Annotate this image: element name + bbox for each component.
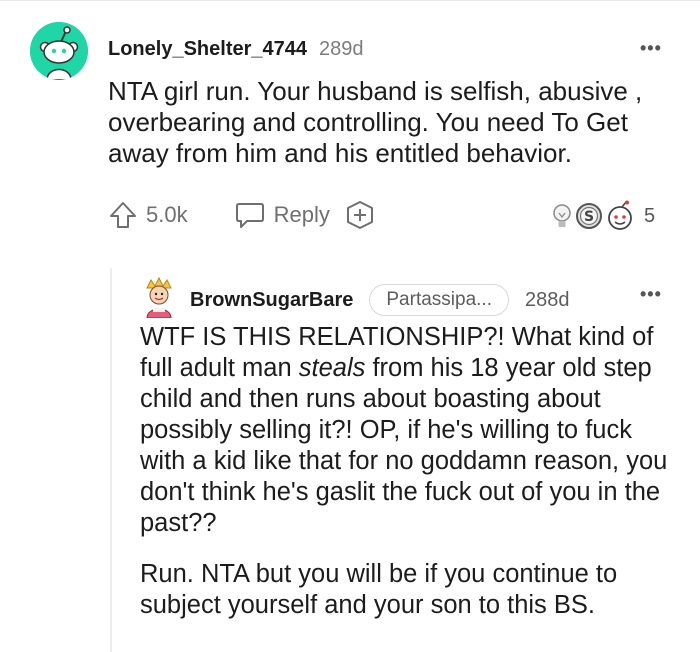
more-options-icon[interactable]: ••• [640, 284, 662, 305]
add-award-icon [346, 201, 373, 229]
reply-meta: BrownSugarBare Partassipa... 288d [190, 284, 569, 316]
comment-age: 289d [319, 38, 364, 60]
user-avatar[interactable] [30, 22, 88, 80]
award-count: 5 [644, 204, 656, 227]
user-flair[interactable]: Partassipa... [369, 284, 509, 316]
wholesome-award-icon [608, 200, 632, 230]
reply-label: Reply [273, 202, 330, 227]
upvote-button[interactable]: 5.0k [108, 200, 188, 230]
silver-award-icon: S [576, 203, 602, 229]
reddit-snoo-avatar-icon [30, 22, 88, 80]
lightbulb-award-icon [553, 204, 571, 227]
reply-paragraph-1: WTF IS THIS RELATIONSHIP?! What kind of … [140, 323, 668, 537]
thread-line[interactable] [110, 268, 112, 652]
comment-meta: Lonely_Shelter_4744 289d [108, 38, 364, 61]
more-options-icon[interactable]: ••• [640, 38, 662, 59]
awards-summary[interactable]: S 5 [550, 200, 655, 232]
reply-user-avatar[interactable] [138, 276, 180, 319]
reply-age: 288d [524, 288, 570, 311]
comment-body: NTA girl run. Your husband is selfish, a… [108, 76, 643, 168]
upvote-count: 5.0k [146, 202, 188, 227]
reply-paragraph-2: Run. NTA but you will be if you continue… [140, 560, 618, 619]
reply-body: WTF IS THIS RELATIONSHIP?! What kind of … [140, 322, 680, 641]
speech-bubble-icon [235, 203, 264, 228]
reply-button[interactable]: Reply [234, 200, 330, 230]
svg-text:S: S [584, 209, 594, 225]
give-award-button[interactable] [344, 199, 376, 231]
custom-avatar-icon [146, 276, 172, 319]
comment-username[interactable]: Lonely_Shelter_4744 [108, 38, 307, 61]
comment-actions: 5.0k Reply [108, 198, 376, 232]
top-divider [0, 0, 700, 1]
upvote-arrow-icon [110, 202, 136, 228]
reply-username[interactable]: BrownSugarBare [190, 289, 353, 312]
